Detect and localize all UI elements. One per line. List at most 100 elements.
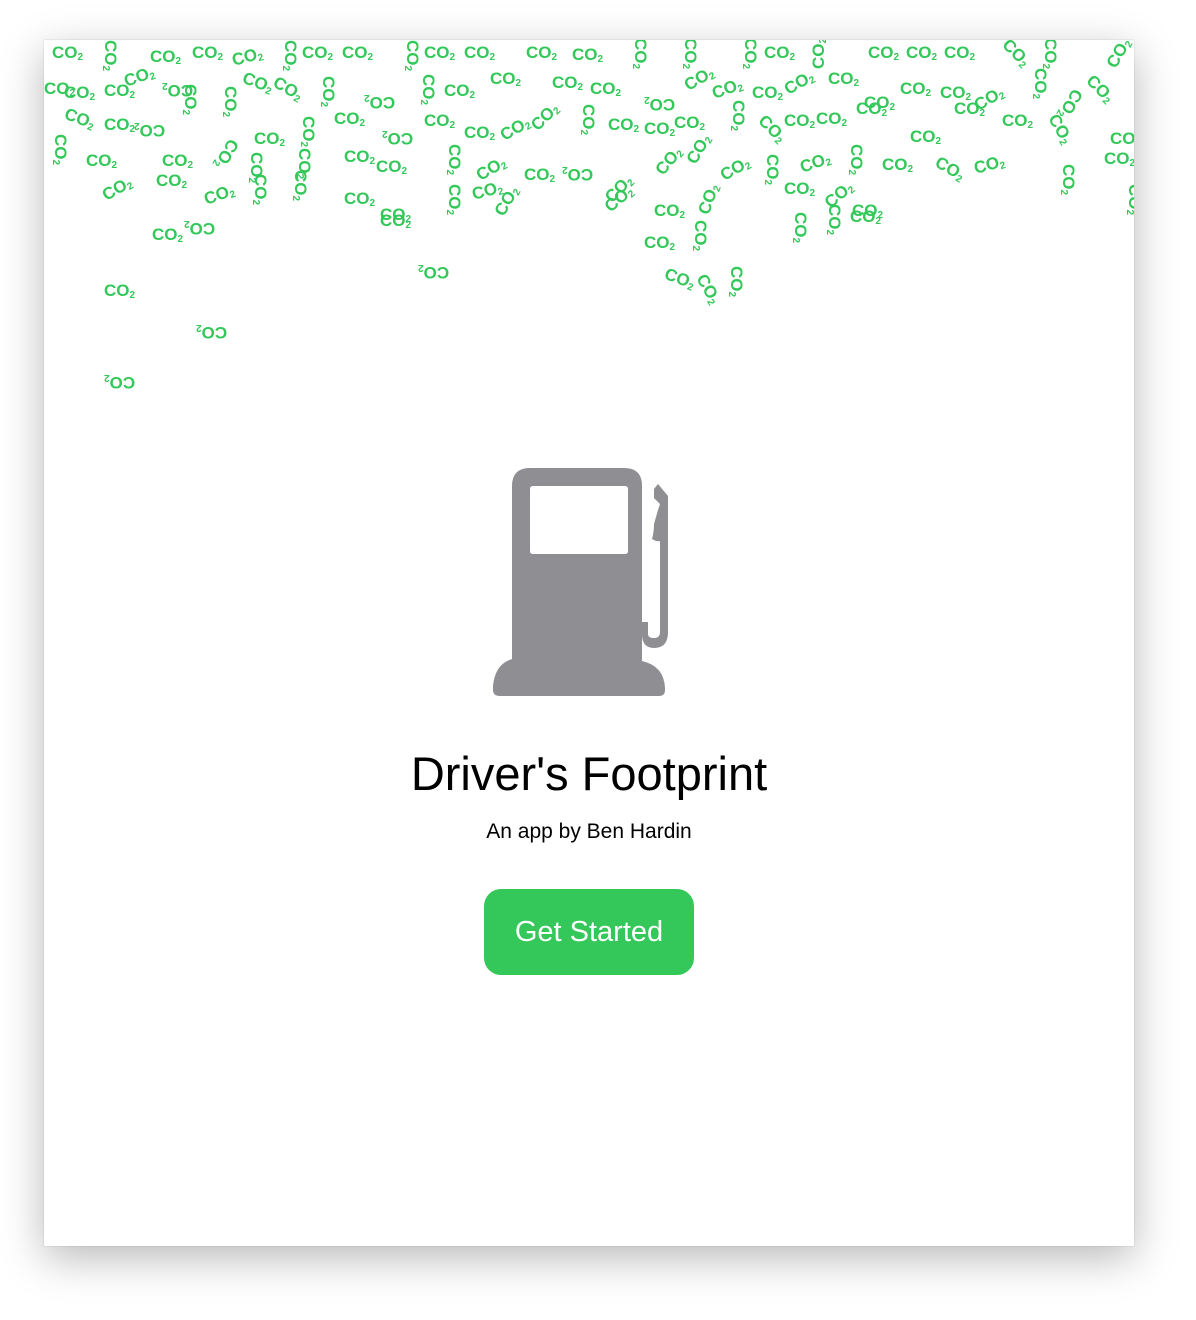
co2-particle: CO2 bbox=[694, 184, 724, 218]
co2-particle: CO2 bbox=[1110, 129, 1134, 148]
co2-particle: CO2 bbox=[380, 205, 412, 225]
co2-particle: CO2 bbox=[900, 79, 932, 99]
co2-particle: CO2 bbox=[692, 270, 722, 308]
co2-particle: CO2 bbox=[464, 43, 496, 63]
co2-particle: CO2 bbox=[490, 69, 522, 89]
co2-particle: CO2 bbox=[298, 115, 319, 148]
co2-particle: CO2 bbox=[418, 262, 450, 282]
co2-particle: CO2 bbox=[184, 218, 216, 238]
co2-particle: CO2 bbox=[1040, 40, 1061, 70]
co2-particle: CO2 bbox=[62, 104, 95, 134]
co2-particle: CO2 bbox=[1082, 71, 1115, 108]
co2-particle: CO2 bbox=[201, 182, 238, 209]
co2-particle: CO2 bbox=[690, 219, 711, 252]
co2-particle-rain: CO2 CO2 CO2 CO2 CO2 CO2 CO2 CO2 CO2 CO2 CO2 CO2 CO2 C… bbox=[44, 40, 1134, 420]
co2-particle: CO2 bbox=[682, 135, 716, 168]
co2-particle: CO2 bbox=[209, 135, 243, 168]
co2-particle: CO2 bbox=[250, 173, 271, 206]
co2-particle: CO2 bbox=[527, 103, 564, 135]
co2-particle: CO2 bbox=[1124, 183, 1134, 216]
co2-particle: CO2 bbox=[780, 69, 818, 99]
co2-particle: CO2 bbox=[240, 68, 273, 98]
co2-particle: CO2 bbox=[820, 181, 858, 212]
co2-particle: CO2 bbox=[162, 80, 194, 100]
co2-particle: CO2 bbox=[828, 69, 860, 89]
co2-particle: CO2 bbox=[954, 99, 986, 119]
co2-particle: CO2 bbox=[1002, 111, 1034, 131]
co2-particle: CO2 bbox=[472, 155, 510, 185]
co2-particle: CO2 bbox=[104, 281, 136, 301]
co2-particle: CO2 bbox=[824, 203, 845, 236]
co2-particle: CO2 bbox=[98, 175, 136, 205]
co2-particle: CO2 bbox=[726, 265, 747, 298]
app-subtitle: An app by Ben Hardin bbox=[486, 820, 692, 843]
co2-particle: CO2 bbox=[290, 169, 311, 202]
co2-particle: CO2 bbox=[764, 43, 796, 63]
co2-particle: CO2 bbox=[674, 113, 706, 133]
co2-particle: CO2 bbox=[970, 85, 1008, 115]
co2-particle: CO2 bbox=[680, 40, 701, 70]
co2-particle: CO2 bbox=[318, 75, 339, 108]
co2-particle: CO2 bbox=[50, 133, 71, 166]
co2-particle: CO2 bbox=[852, 201, 884, 221]
co2-particle: CO2 bbox=[104, 81, 136, 101]
co2-particle: CO2 bbox=[784, 111, 816, 131]
co2-particle: CO2 bbox=[86, 151, 118, 171]
co2-particle: CO2 bbox=[1102, 40, 1134, 72]
co2-particle: CO2 bbox=[601, 175, 638, 207]
fuel-pump-nozzle bbox=[642, 484, 668, 648]
co2-particle: CO2 bbox=[600, 185, 638, 216]
co2-particle: CO2 bbox=[572, 45, 604, 65]
co2-particle: CO2 bbox=[709, 76, 746, 103]
co2-particle: CO2 bbox=[906, 43, 938, 63]
co2-particle: CO2 bbox=[294, 147, 315, 180]
co2-particle: CO2 bbox=[150, 47, 182, 67]
co2-particle: CO2 bbox=[344, 189, 376, 209]
co2-particle: CO2 bbox=[444, 183, 465, 216]
co2-particle: CO2 bbox=[192, 43, 224, 63]
co2-particle: CO2 bbox=[944, 43, 976, 63]
co2-particle: CO2 bbox=[156, 171, 188, 191]
co2-particle: CO2 bbox=[490, 187, 524, 220]
co2-particle: CO2 bbox=[344, 147, 376, 167]
co2-particle: CO2 bbox=[376, 157, 408, 177]
co2-particle: CO2 bbox=[868, 43, 900, 63]
co2-particle: CO2 bbox=[846, 143, 867, 176]
co2-particle: CO2 bbox=[716, 155, 754, 185]
co2-particle: CO2 bbox=[254, 129, 286, 149]
co2-particle: CO2 bbox=[654, 201, 686, 221]
co2-particle: CO2 bbox=[444, 81, 476, 101]
co2-particle: CO2 bbox=[424, 43, 456, 63]
co2-particle: CO2 bbox=[809, 40, 830, 70]
co2-particle: CO2 bbox=[342, 43, 374, 63]
co2-particle: CO2 bbox=[280, 40, 301, 72]
co2-particle: CO2 bbox=[1044, 110, 1074, 148]
co2-particle: CO2 bbox=[998, 40, 1031, 72]
co2-particle: CO2 bbox=[246, 151, 267, 184]
co2-particle: CO2 bbox=[940, 83, 972, 103]
co2-particle: CO2 bbox=[220, 85, 241, 118]
co2-particle: CO2 bbox=[740, 40, 761, 70]
app-window: CO2 CO2 CO2 CO2 CO2 CO2 CO2 CO2 CO2 CO2 CO2 CO2 CO2 C… bbox=[44, 40, 1134, 1246]
co2-particle: CO2 bbox=[424, 111, 456, 131]
get-started-button[interactable]: Get Started bbox=[484, 889, 694, 975]
co2-particle: CO2 bbox=[910, 127, 942, 147]
co2-particle: CO2 bbox=[402, 40, 423, 72]
co2-particle: CO2 bbox=[590, 79, 622, 99]
co2-particle: CO2 bbox=[1030, 67, 1051, 100]
co2-particle: CO2 bbox=[52, 43, 84, 63]
co2-particle: CO2 bbox=[644, 119, 676, 139]
co2-particle: CO2 bbox=[334, 109, 366, 129]
co2-particle: CO2 bbox=[562, 164, 594, 184]
co2-particle: CO2 bbox=[762, 153, 783, 186]
co2-particle: CO2 bbox=[1058, 163, 1079, 196]
co2-particle: CO2 bbox=[931, 152, 964, 186]
co2-particle: CO2 bbox=[864, 93, 896, 113]
co2-particle: CO2 bbox=[269, 72, 302, 106]
co2-particle: CO2 bbox=[790, 211, 811, 244]
co2-particle: CO2 bbox=[380, 211, 412, 231]
co2-particle: CO2 bbox=[134, 120, 166, 140]
co2-particle: CO2 bbox=[882, 155, 914, 175]
co2-particle: CO2 bbox=[418, 73, 439, 106]
co2-particle: CO2 bbox=[196, 322, 228, 342]
